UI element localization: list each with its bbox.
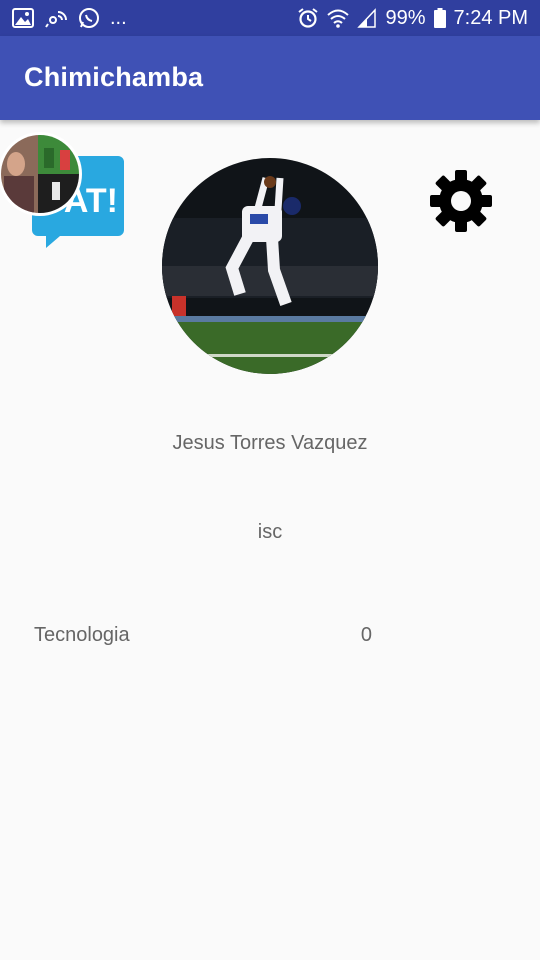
whatsapp-icon bbox=[78, 7, 100, 29]
system-icons: 99% 7:24 PM bbox=[297, 7, 528, 30]
user-career: isc bbox=[257, 521, 283, 543]
app-title: Chimichamba bbox=[24, 62, 204, 92]
notification-icons: ... bbox=[12, 7, 127, 30]
battery-level: 99% bbox=[385, 6, 426, 29]
category-count: 0 bbox=[360, 624, 372, 646]
avatar bbox=[0, 132, 82, 216]
app-bar: Chimichamba bbox=[0, 36, 540, 120]
wifi-icon bbox=[327, 8, 350, 28]
more-notifications: ... bbox=[110, 6, 127, 29]
user-name: Jesus Torres Vazquez bbox=[172, 432, 368, 454]
alarm-icon bbox=[297, 7, 319, 29]
category-label: Tecnologia bbox=[34, 624, 130, 646]
settings-button[interactable] bbox=[428, 168, 494, 234]
image-icon bbox=[12, 8, 34, 28]
broadcast-icon bbox=[44, 8, 68, 28]
profile-photo[interactable] bbox=[162, 158, 378, 374]
chat-head-bubble[interactable]: AT! bbox=[0, 128, 128, 248]
signal-icon bbox=[357, 8, 377, 28]
status-bar: ... 99% 7:24 PM bbox=[0, 0, 540, 36]
gear-icon bbox=[430, 170, 492, 232]
battery-icon bbox=[433, 8, 446, 28]
clock: 7:24 PM bbox=[453, 6, 528, 29]
